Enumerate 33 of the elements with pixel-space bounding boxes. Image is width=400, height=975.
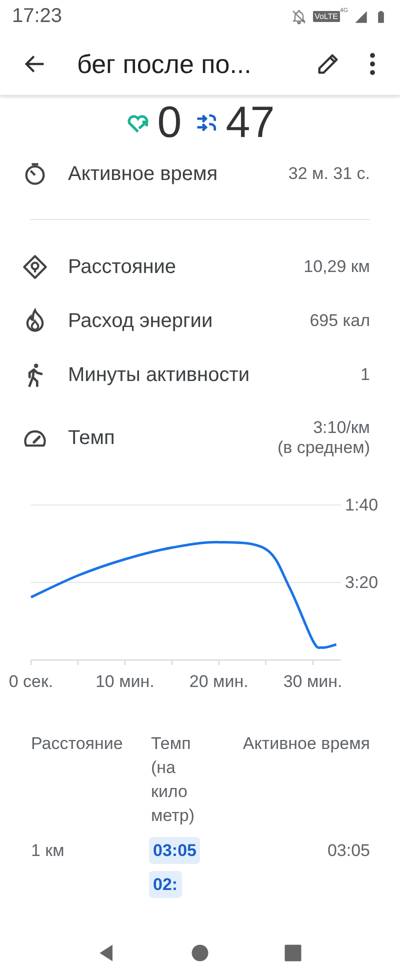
signal-icon bbox=[354, 10, 368, 24]
more-icon bbox=[370, 53, 374, 75]
x-tick-label: 30 мин. bbox=[283, 672, 342, 691]
stat-label: Расстояние bbox=[68, 256, 178, 278]
column-header: Активное время bbox=[242, 733, 370, 755]
clock: 17:23 bbox=[12, 5, 64, 28]
stat-value: 32 м. 31 с. bbox=[288, 164, 370, 184]
page-title: бег после по... bbox=[77, 48, 252, 80]
x-tick-label: 0 сек. bbox=[8, 672, 54, 691]
x-tick-label: 20 мин. bbox=[189, 672, 248, 691]
pace-badge: 02: bbox=[149, 871, 182, 898]
volte-label: VoLTE bbox=[312, 11, 340, 22]
summary-value: 47 bbox=[226, 101, 275, 145]
stat-value: 1 bbox=[360, 365, 370, 385]
location-icon bbox=[22, 254, 48, 280]
summary-value: 0 bbox=[157, 101, 182, 145]
column-header: Темп (на километр) bbox=[151, 733, 196, 827]
mute-icon bbox=[290, 8, 307, 24]
stat-label: Активное время bbox=[68, 162, 219, 186]
stat-value: 695 кал bbox=[310, 311, 370, 331]
y-tick-label: 1:40 bbox=[345, 496, 378, 514]
stat-label: Расход энергии bbox=[68, 310, 214, 332]
table-cell-text: 1 км bbox=[31, 841, 66, 861]
table-cell-text: 03:05 bbox=[326, 841, 370, 861]
stat-note: (в среднем) bbox=[277, 438, 370, 458]
stat-value: 3:10/км bbox=[313, 418, 370, 438]
column-header: Расстояние bbox=[31, 733, 124, 755]
stat-label: Темп bbox=[68, 426, 116, 450]
pace-badge: 03:05 bbox=[149, 837, 200, 864]
y-tick-label: 3:20 bbox=[345, 573, 378, 592]
x-tick-label: 10 мин. bbox=[95, 672, 154, 691]
stat-label: Минуты активности bbox=[68, 364, 251, 386]
stat-value: 10,29 км bbox=[304, 257, 370, 277]
